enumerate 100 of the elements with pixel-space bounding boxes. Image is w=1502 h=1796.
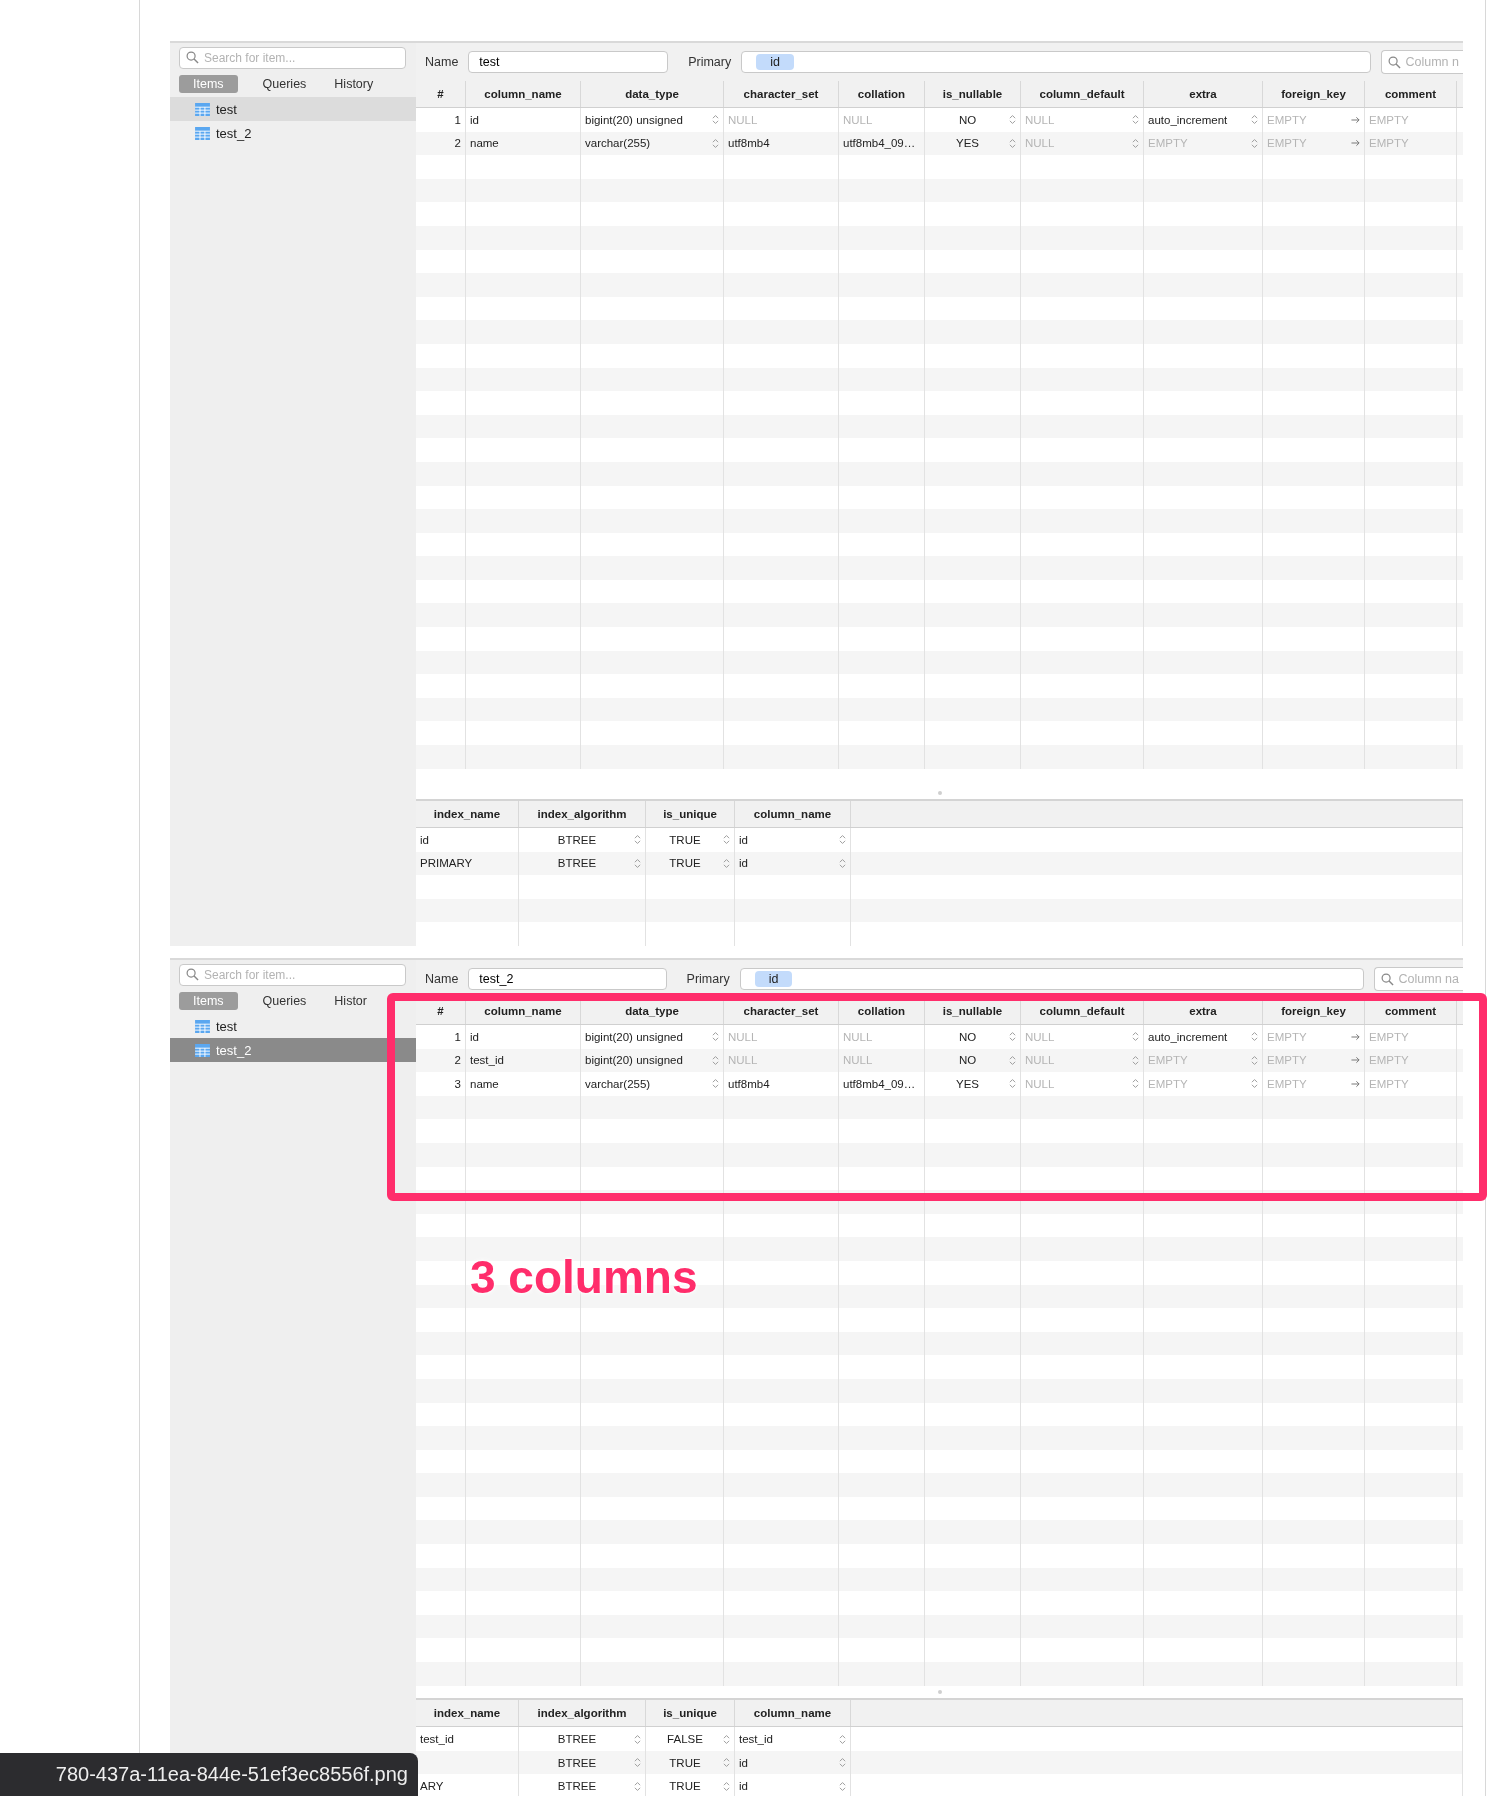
stepper-icon[interactable] bbox=[712, 1031, 719, 1043]
cell-text: NULL bbox=[843, 1030, 873, 1043]
column-header[interactable]: extra bbox=[1189, 88, 1217, 100]
sidebar-tab[interactable]: Queries bbox=[259, 992, 310, 1010]
primary-key-field[interactable]: id bbox=[741, 51, 1371, 73]
table-list-item[interactable]: test_2 bbox=[170, 121, 416, 145]
cell-text: NULL bbox=[728, 113, 758, 126]
column-header[interactable]: index_algorithm bbox=[537, 808, 627, 821]
column-header[interactable]: column_name bbox=[484, 88, 562, 100]
table-list-item[interactable]: test bbox=[170, 97, 416, 121]
cell-text: NO bbox=[958, 1054, 977, 1067]
column-header[interactable]: foreign_key bbox=[1281, 1005, 1346, 1017]
sidebar-tab[interactable]: Queries bbox=[259, 75, 310, 93]
key-token[interactable]: id bbox=[756, 54, 794, 70]
column-header[interactable]: foreign_key bbox=[1281, 88, 1346, 100]
column-header[interactable]: column_name bbox=[753, 1707, 832, 1720]
stepper-icon[interactable] bbox=[839, 1757, 846, 1769]
column-header[interactable]: index_name bbox=[433, 1707, 501, 1720]
column-header[interactable]: extra bbox=[1189, 1005, 1217, 1017]
column-header[interactable]: index_name bbox=[433, 808, 501, 821]
sidebar-tab[interactable]: Histor bbox=[331, 992, 370, 1010]
cell-text: EMPTY bbox=[1148, 1054, 1188, 1067]
column-header[interactable]: is_unique bbox=[663, 808, 717, 821]
column-header[interactable]: collation bbox=[857, 88, 906, 100]
cell-text: test_id bbox=[470, 1054, 504, 1067]
column-header[interactable]: collation bbox=[857, 1005, 906, 1017]
column-header[interactable]: data_type bbox=[625, 88, 679, 100]
primary-label: Primary bbox=[688, 55, 732, 69]
stepper-icon[interactable] bbox=[723, 1757, 730, 1769]
arrow-icon[interactable] bbox=[1351, 1032, 1360, 1041]
arrow-icon[interactable] bbox=[1351, 115, 1360, 124]
cell-text: id bbox=[470, 113, 479, 126]
stepper-icon[interactable] bbox=[839, 1733, 846, 1745]
stepper-icon[interactable] bbox=[723, 1733, 730, 1745]
stepper-icon[interactable] bbox=[1251, 1078, 1258, 1090]
stepper-icon[interactable] bbox=[1251, 137, 1258, 149]
arrow-icon[interactable] bbox=[1351, 1056, 1360, 1065]
stepper-icon[interactable] bbox=[839, 857, 846, 869]
key-token[interactable]: id bbox=[754, 971, 793, 987]
stepper-icon[interactable] bbox=[712, 137, 719, 149]
primary-key-field[interactable]: id bbox=[739, 968, 1364, 990]
annotation-label: 3 columns bbox=[470, 1250, 698, 1304]
stepper-icon[interactable] bbox=[1251, 1031, 1258, 1043]
stepper-icon[interactable] bbox=[723, 1780, 730, 1792]
cell-text: NO bbox=[958, 1030, 977, 1043]
stepper-icon[interactable] bbox=[1132, 1031, 1139, 1043]
cell-text: auto_increment bbox=[1148, 113, 1228, 126]
arrow-icon[interactable] bbox=[1351, 139, 1360, 148]
sidebar-tab[interactable]: History bbox=[331, 75, 377, 93]
stepper-icon[interactable] bbox=[1132, 1078, 1139, 1090]
stepper-icon[interactable] bbox=[1251, 1054, 1258, 1066]
column-header[interactable]: character_set bbox=[743, 1005, 819, 1017]
column-header[interactable]: column_default bbox=[1039, 88, 1125, 100]
stepper-icon[interactable] bbox=[1132, 137, 1139, 149]
search-field[interactable]: Search for item... bbox=[179, 47, 406, 69]
column-header[interactable]: character_set bbox=[743, 88, 819, 100]
column-header[interactable]: comment bbox=[1384, 1005, 1437, 1017]
stepper-icon[interactable] bbox=[634, 834, 641, 846]
stepper-icon[interactable] bbox=[839, 834, 846, 846]
stepper-icon[interactable] bbox=[723, 834, 730, 846]
stepper-icon[interactable] bbox=[712, 1054, 719, 1066]
column-header[interactable]: column_default bbox=[1039, 1005, 1125, 1017]
stepper-icon[interactable] bbox=[634, 857, 641, 869]
stepper-icon[interactable] bbox=[1009, 137, 1016, 149]
stepper-icon[interactable] bbox=[1251, 114, 1258, 126]
column-header[interactable]: is_nullable bbox=[942, 1005, 1003, 1017]
column-header[interactable]: is_nullable bbox=[942, 88, 1003, 100]
stepper-icon[interactable] bbox=[634, 1733, 641, 1745]
stepper-icon[interactable] bbox=[1009, 1031, 1016, 1043]
column-header[interactable]: column_name bbox=[753, 808, 832, 821]
stepper-icon[interactable] bbox=[712, 114, 719, 126]
table-list-item[interactable]: test bbox=[170, 1014, 416, 1038]
stepper-icon[interactable] bbox=[1132, 1054, 1139, 1066]
stepper-icon[interactable] bbox=[1009, 1078, 1016, 1090]
stepper-icon[interactable] bbox=[634, 1780, 641, 1792]
cell-text: BTREE bbox=[557, 1733, 597, 1745]
name-field[interactable]: test bbox=[468, 51, 669, 73]
column-header[interactable]: is_unique bbox=[663, 1707, 717, 1720]
stepper-icon[interactable] bbox=[712, 1078, 719, 1090]
stepper-icon[interactable] bbox=[1009, 1054, 1016, 1066]
stepper-icon[interactable] bbox=[1009, 114, 1016, 126]
arrow-icon[interactable] bbox=[1351, 1080, 1360, 1088]
search-icon bbox=[1387, 55, 1401, 69]
column-header[interactable]: comment bbox=[1384, 88, 1437, 100]
table-icon bbox=[195, 102, 210, 116]
column-header[interactable]: index_algorithm bbox=[537, 1707, 627, 1720]
cell-text: varchar(255) bbox=[585, 1078, 651, 1090]
column-header[interactable]: data_type bbox=[625, 1005, 679, 1017]
stepper-icon[interactable] bbox=[723, 857, 730, 869]
column-header[interactable]: column_name bbox=[484, 1005, 562, 1017]
cell-text: NULL bbox=[1025, 113, 1055, 126]
stepper-icon[interactable] bbox=[634, 1757, 641, 1769]
cell-text: NULL bbox=[843, 1054, 873, 1067]
search-field[interactable]: Search for item... bbox=[179, 964, 406, 986]
column-header[interactable]: # bbox=[437, 1005, 444, 1017]
stepper-icon[interactable] bbox=[839, 1780, 846, 1792]
cell-text: EMPTY bbox=[1267, 1030, 1307, 1043]
column-header[interactable]: # bbox=[437, 88, 444, 100]
stepper-icon[interactable] bbox=[1132, 114, 1139, 126]
name-field[interactable]: test_2 bbox=[468, 968, 667, 990]
